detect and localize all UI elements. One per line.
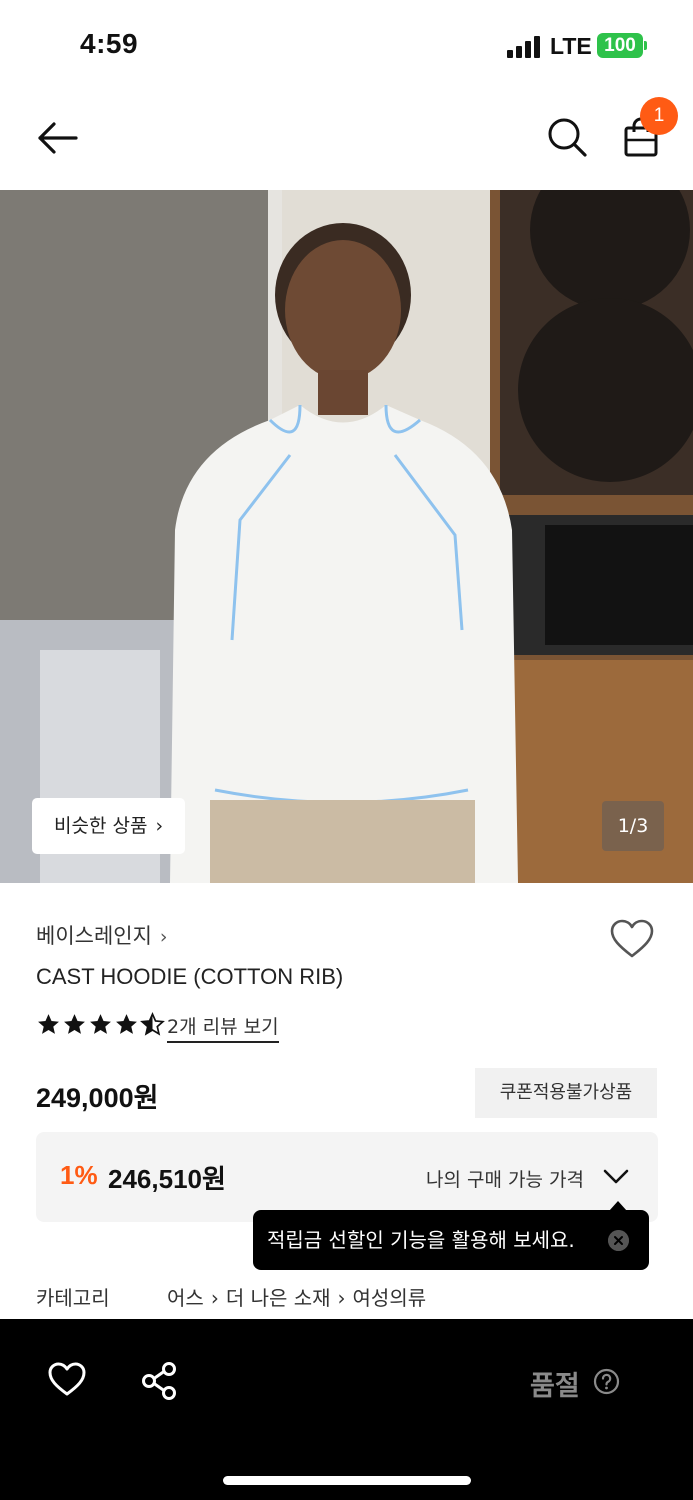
bottom-action-bar: 품절 xyxy=(0,1319,693,1500)
top-nav: 1 xyxy=(0,90,693,190)
review-link[interactable]: 2개 리뷰 보기 xyxy=(167,1012,279,1043)
my-price-label: 나의 구매 가능 가격 xyxy=(426,1169,584,1191)
status-time: 4:59 xyxy=(80,28,139,59)
breadcrumb-item[interactable]: 어스 xyxy=(167,1286,204,1310)
sold-out-status: 품절 xyxy=(530,1371,580,1402)
heart-icon[interactable] xyxy=(47,1361,87,1397)
chevron-right-icon: › xyxy=(159,926,168,948)
similar-products-label: 비슷한 상품 xyxy=(54,815,148,837)
search-icon[interactable] xyxy=(546,116,588,158)
breadcrumb-item[interactable]: 더 나은 소재 xyxy=(226,1286,331,1310)
status-bar: 4:59 LTE 100 xyxy=(0,0,693,90)
discount-rate: 1% xyxy=(60,1160,98,1190)
close-icon[interactable] xyxy=(608,1230,629,1251)
category-breadcrumb: 어스 › 더 나은 소재 › 여성의류 xyxy=(167,1282,426,1311)
brand-name: 베이스레인지 xyxy=(36,924,152,948)
cart-count-badge: 1 xyxy=(640,97,678,135)
star-full-icon xyxy=(64,1014,85,1034)
star-half-icon xyxy=(140,1012,165,1036)
help-icon[interactable] xyxy=(593,1368,620,1395)
share-icon[interactable] xyxy=(139,1361,179,1401)
home-indicator xyxy=(223,1476,471,1485)
signal-icon xyxy=(507,36,541,58)
battery-icon: 100 xyxy=(597,33,643,58)
product-image-carousel[interactable]: 비슷한 상품 › 1/3 xyxy=(0,190,693,883)
chevron-right-icon: › xyxy=(155,815,164,837)
chevron-right-icon: › xyxy=(210,1286,219,1310)
star-full-icon xyxy=(38,1014,59,1034)
battery-cap xyxy=(644,41,647,50)
points-tooltip: 적립금 선할인 기능을 활용해 보세요. xyxy=(253,1201,649,1270)
product-photo xyxy=(0,190,693,883)
product-price: 249,000원 xyxy=(36,1083,159,1113)
star-full-icon xyxy=(116,1014,137,1034)
brand-link[interactable]: 베이스레인지 › xyxy=(36,920,168,950)
star-full-icon xyxy=(90,1014,111,1034)
rating-stars xyxy=(36,1012,165,1038)
my-price-value: 246,510원 xyxy=(108,1164,226,1194)
breadcrumb-item[interactable]: 여성의류 xyxy=(353,1286,427,1310)
chevron-down-icon[interactable] xyxy=(602,1168,630,1186)
back-arrow-icon[interactable] xyxy=(36,118,80,158)
tooltip-text: 적립금 선할인 기능을 활용해 보세요. xyxy=(267,1228,575,1252)
category-label: 카테고리 xyxy=(36,1286,110,1310)
similar-products-button[interactable]: 비슷한 상품 › xyxy=(32,798,186,854)
chevron-right-icon: › xyxy=(337,1286,346,1310)
coupon-badge: 쿠폰적용불가상품 xyxy=(475,1068,657,1118)
product-title: CAST HOODIE (COTTON RIB) xyxy=(36,964,344,989)
wishlist-heart-icon[interactable] xyxy=(609,918,655,960)
my-price-panel[interactable]: 1% 246,510원 나의 구매 가능 가격 xyxy=(36,1132,658,1222)
image-counter: 1/3 xyxy=(602,801,664,851)
network-type: LTE xyxy=(550,33,592,59)
